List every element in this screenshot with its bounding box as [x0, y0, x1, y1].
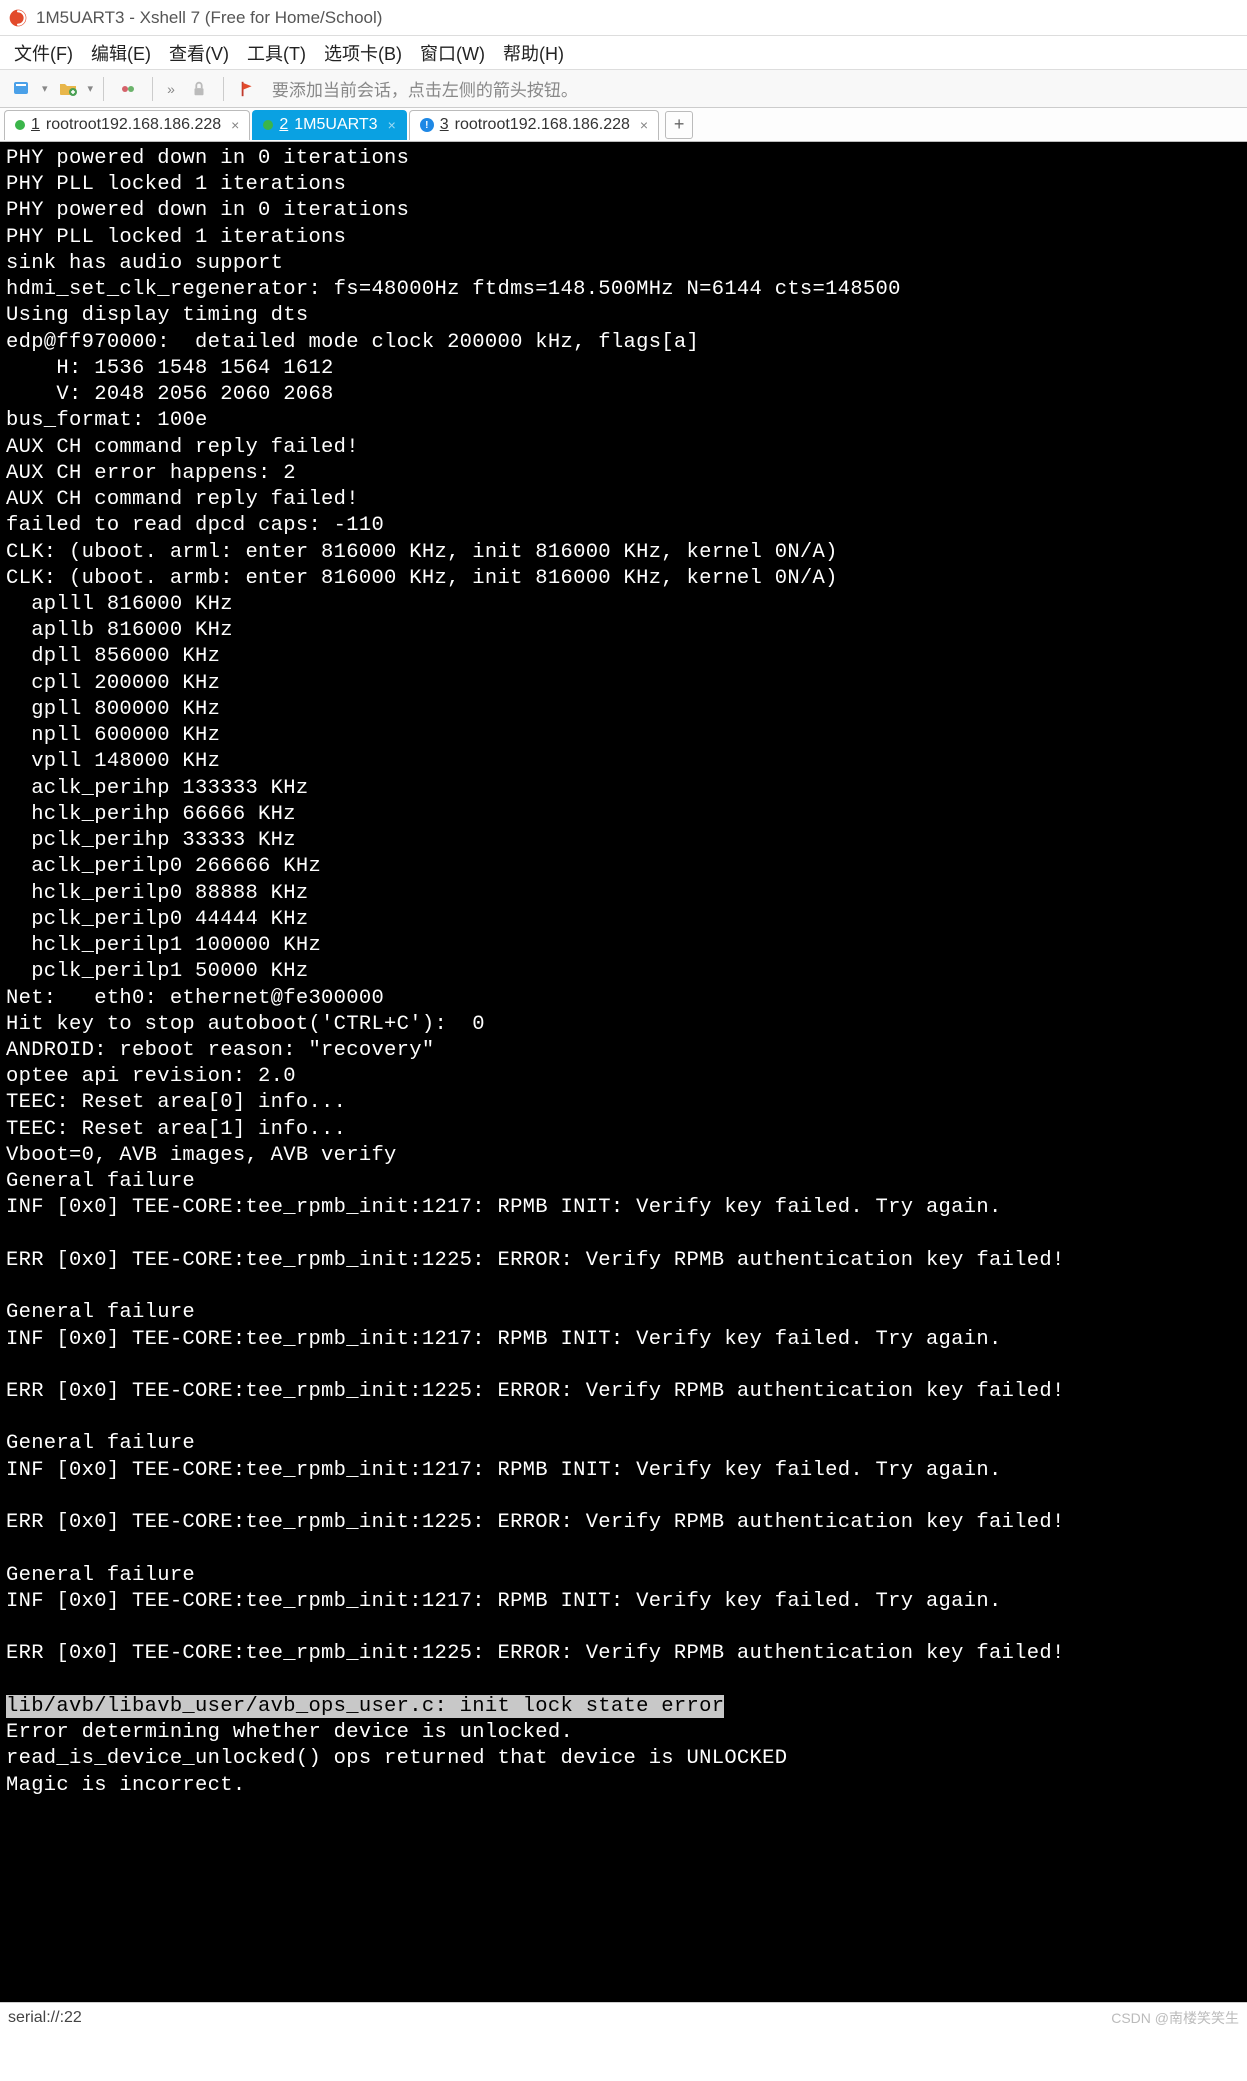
more-tools-icon[interactable]: »	[163, 81, 179, 97]
close-icon[interactable]: ×	[231, 117, 239, 133]
menu-tools[interactable]: 工具(T)	[241, 38, 312, 68]
tab-number: 1	[31, 116, 40, 134]
statusbar: serial://:22 CSDN @南楼笑笑生	[0, 2002, 1247, 2032]
titlebar: 1M5UART3 - Xshell 7 (Free for Home/Schoo…	[0, 0, 1247, 36]
menu-file[interactable]: 文件(F)	[8, 38, 79, 68]
toolbar-hint: 要添加当前会话，点击左侧的箭头按钮。	[272, 76, 578, 101]
tab-2[interactable]: 2 1M5UART3 ×	[252, 110, 406, 140]
open-folder-button[interactable]	[54, 75, 82, 103]
status-dot-icon	[15, 120, 25, 130]
menubar: 文件(F) 编辑(E) 查看(V) 工具(T) 选项卡(B) 窗口(W) 帮助(…	[0, 36, 1247, 70]
status-connection: serial://:22	[8, 2009, 82, 2027]
menu-edit[interactable]: 编辑(E)	[85, 38, 157, 68]
lock-button[interactable]	[185, 75, 213, 103]
tab-label: rootroot192.168.186.228	[46, 116, 221, 134]
terminal-output[interactable]: PHY powered down in 0 iterations PHY PLL…	[0, 142, 1247, 2002]
new-session-button[interactable]	[8, 75, 36, 103]
info-dot-icon: !	[420, 118, 434, 132]
watermark: CSDN @南楼笑笑生	[1111, 2008, 1239, 2028]
tabbar: 1 rootroot192.168.186.228 × 2 1M5UART3 ×…	[0, 108, 1247, 142]
tab-3[interactable]: ! 3 rootroot192.168.186.228 ×	[409, 110, 659, 140]
menu-window[interactable]: 窗口(W)	[414, 38, 491, 68]
dropdown-icon[interactable]: ▾	[42, 82, 48, 95]
reconnect-button[interactable]	[114, 75, 142, 103]
tab-label: rootroot192.168.186.228	[455, 116, 630, 134]
new-tab-button[interactable]: +	[665, 111, 693, 139]
separator	[223, 77, 224, 101]
separator	[103, 77, 104, 101]
tab-1[interactable]: 1 rootroot192.168.186.228 ×	[4, 110, 250, 140]
separator	[152, 77, 153, 101]
tab-label: 1M5UART3	[294, 116, 377, 134]
menu-view[interactable]: 查看(V)	[163, 38, 235, 68]
menu-help[interactable]: 帮助(H)	[497, 38, 570, 68]
toolbar: ▾ ▾ » 要添加当前会话，点击左侧的箭头按钮。	[0, 70, 1247, 108]
status-dot-icon	[263, 120, 273, 130]
tab-number: 2	[279, 116, 288, 134]
dropdown-icon[interactable]: ▾	[88, 82, 94, 95]
flag-button[interactable]	[234, 75, 262, 103]
app-icon	[8, 8, 28, 28]
close-icon[interactable]: ×	[640, 117, 648, 133]
window-title: 1M5UART3 - Xshell 7 (Free for Home/Schoo…	[36, 8, 382, 28]
close-icon[interactable]: ×	[388, 117, 396, 133]
tab-number: 3	[440, 116, 449, 134]
menu-tab[interactable]: 选项卡(B)	[318, 38, 408, 68]
